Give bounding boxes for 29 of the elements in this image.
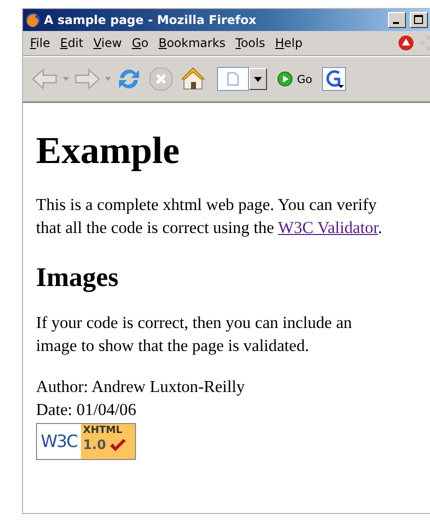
- date-text: Date: 01/04/06: [36, 399, 136, 421]
- caret-icon: [254, 76, 262, 82]
- maximize-button[interactable]: [410, 12, 428, 28]
- address-dropdown-button[interactable]: [249, 68, 267, 90]
- update-alert-icon[interactable]: [398, 35, 414, 51]
- page-heading: Example: [36, 129, 180, 173]
- browser-logo-icon: [25, 12, 41, 28]
- menu-item[interactable]: Bookmarks: [154, 36, 232, 50]
- menu-item[interactable]: Edit: [56, 36, 90, 50]
- checkmark-icon: [109, 439, 128, 453]
- menu-item[interactable]: Go: [128, 36, 154, 50]
- menu-item[interactable]: Tools: [232, 36, 272, 50]
- minimize-button[interactable]: [388, 12, 406, 28]
- note-paragraph: If your code is correct, then you can include an image to show that the page is validated.: [36, 312, 353, 357]
- menu-item[interactable]: View: [89, 36, 128, 50]
- go-label[interactable]: Go: [297, 72, 312, 86]
- validator-link[interactable]: W3C Validator: [278, 218, 378, 237]
- badge-text: XHTML: [83, 424, 124, 438]
- search-engine-icon[interactable]: [322, 67, 346, 91]
- page-icon: [227, 72, 239, 86]
- menu-item[interactable]: Help: [271, 36, 308, 50]
- window-title: A sample page - Mozilla Firefox: [44, 13, 256, 27]
- section-heading: Images: [36, 261, 118, 293]
- intro-paragraph: This is a complete xhtml web page. You can verify that all the code is correct using the W3C Validator.: [36, 194, 384, 239]
- menu-item[interactable]: File: [26, 36, 56, 50]
- author-text: Author: Andrew Luxton-Reilly: [36, 376, 245, 398]
- home-icon[interactable]: [179, 66, 207, 92]
- badge-text: 1.0: [83, 438, 106, 454]
- address-field[interactable]: [217, 67, 249, 91]
